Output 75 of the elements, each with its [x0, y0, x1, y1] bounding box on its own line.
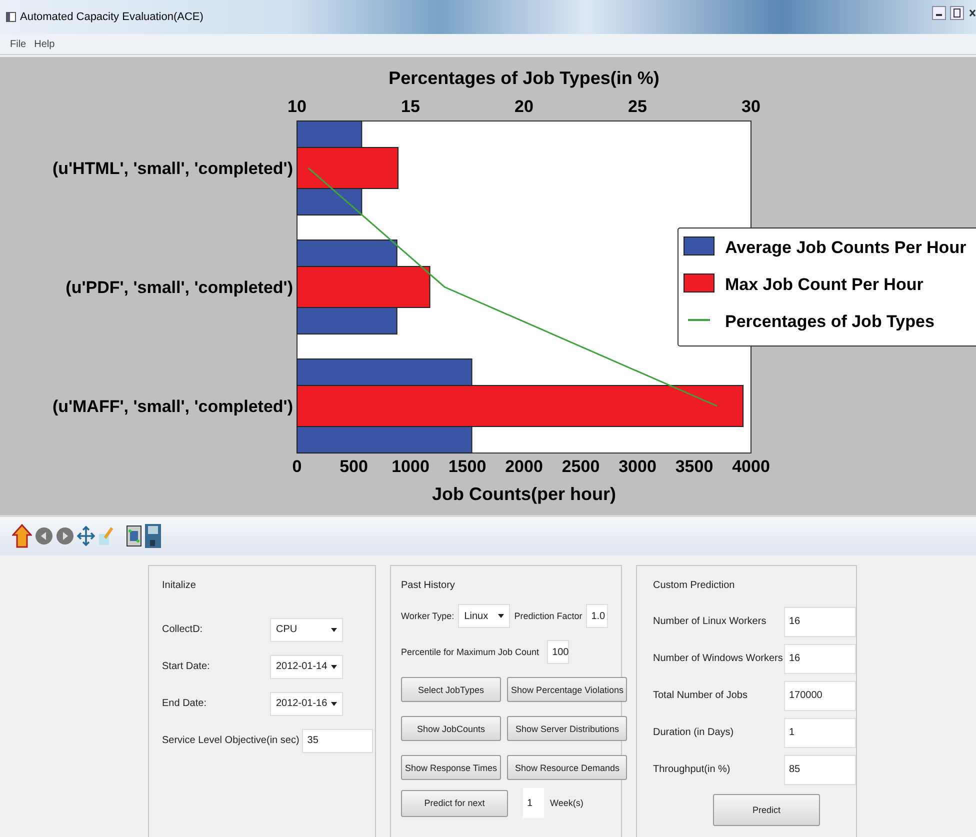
- input-field[interactable]: 16: [784, 606, 856, 636]
- tick-label: 4000: [732, 457, 770, 476]
- field-label: Number of Windows Workers: [653, 653, 784, 664]
- field-label: End Date:: [162, 698, 208, 709]
- action-button[interactable]: Show Response Times: [401, 755, 502, 780]
- action-button[interactable]: Show Server Distributions: [507, 716, 628, 741]
- field-label: Week(s): [550, 798, 584, 808]
- tick-label: 20: [514, 97, 534, 116]
- save-icon[interactable]: [145, 524, 161, 548]
- back-icon[interactable]: [35, 527, 53, 545]
- field-label: Throughput(in %): [653, 764, 732, 775]
- tick-label: 30: [742, 97, 760, 116]
- category-label: (u'MAFF', 'small', 'completed'): [52, 397, 293, 416]
- tick-label: 2000: [505, 457, 543, 476]
- caret-icon: [331, 664, 337, 668]
- panel-title: Custom Prediction: [653, 580, 736, 591]
- caret-icon: [498, 614, 504, 618]
- axis-title: Percentages of Job Types(in %): [388, 68, 660, 88]
- action-button[interactable]: Show Percentage Violations: [507, 677, 628, 702]
- legend-label: Average Job Counts Per Hour: [725, 238, 966, 257]
- input-field[interactable]: 16: [784, 644, 856, 674]
- app-icon: [6, 12, 16, 22]
- tick-label: 25: [628, 97, 647, 116]
- field-label: CollectD:: [162, 624, 204, 635]
- panel-title: Initalize: [162, 580, 197, 591]
- action-button[interactable]: Select JobTypes: [401, 677, 502, 702]
- input-field[interactable]: 1.0: [586, 604, 608, 628]
- field-label: Service Level Objective(in sec): [162, 735, 300, 746]
- home-icon[interactable]: [12, 524, 32, 548]
- field-label: Prediction Factor: [514, 611, 582, 621]
- dropdown[interactable]: 2012-01-16: [270, 692, 343, 716]
- input-field[interactable]: 35: [302, 728, 374, 752]
- tick-label: 15: [401, 97, 420, 116]
- tick-label: 0: [292, 457, 302, 476]
- tick-label: 3500: [675, 457, 714, 476]
- input-field[interactable]: 1: [784, 718, 856, 748]
- forward-icon[interactable]: [56, 527, 74, 545]
- menu-item[interactable]: Help: [34, 38, 55, 50]
- caret-icon: [331, 702, 337, 706]
- category-label: (u'HTML', 'small', 'completed'): [52, 159, 293, 178]
- tick-label: 1000: [392, 457, 430, 476]
- input-field[interactable]: 100: [547, 640, 570, 664]
- tick-label: 3000: [618, 457, 656, 476]
- move-icon[interactable]: [77, 526, 95, 546]
- axis-title: Job Counts(per hour): [432, 484, 616, 504]
- field-label: Percentile for Maximum Job Count: [401, 647, 540, 657]
- minimize-icon[interactable]: [932, 6, 946, 20]
- dropdown[interactable]: 2012-01-14: [270, 654, 343, 678]
- tick-label: 10: [288, 97, 306, 116]
- tick-label: 500: [340, 457, 368, 476]
- tick-label: 2500: [562, 457, 600, 476]
- caret-icon: [331, 628, 337, 632]
- action-button[interactable]: Show Resource Demands: [507, 755, 628, 780]
- field-label: Duration (in Days): [653, 727, 735, 738]
- category-label: (u'PDF', 'small', 'completed'): [66, 278, 293, 297]
- subplot-icon[interactable]: [126, 525, 142, 547]
- panel-title: Past History: [401, 580, 456, 591]
- field-label: Worker Type:: [401, 611, 454, 621]
- input-field[interactable]: 170000: [784, 680, 856, 710]
- field-label: Total Number of Jobs: [653, 690, 748, 701]
- menu-item[interactable]: File: [10, 38, 26, 50]
- input-field[interactable]: 1: [523, 788, 544, 818]
- action-button[interactable]: Show JobCounts: [401, 716, 502, 741]
- window-title: Automated Capacity Evaluation(ACE): [20, 11, 204, 23]
- legend-label: Percentages of Job Types: [725, 312, 934, 331]
- predict-button[interactable]: Predict: [713, 794, 820, 826]
- tick-label: 1500: [448, 457, 486, 476]
- restore-icon[interactable]: [950, 6, 964, 20]
- dropdown[interactable]: CPU: [270, 618, 343, 642]
- input-field[interactable]: 85: [784, 754, 856, 784]
- field-label: Number of Linux Workers: [653, 616, 768, 627]
- field-label: Start Date:: [162, 661, 211, 672]
- legend-label: Max Job Count Per Hour: [725, 275, 924, 294]
- dropdown[interactable]: Linux: [458, 604, 510, 628]
- predict-next-button[interactable]: Predict for next: [401, 790, 508, 816]
